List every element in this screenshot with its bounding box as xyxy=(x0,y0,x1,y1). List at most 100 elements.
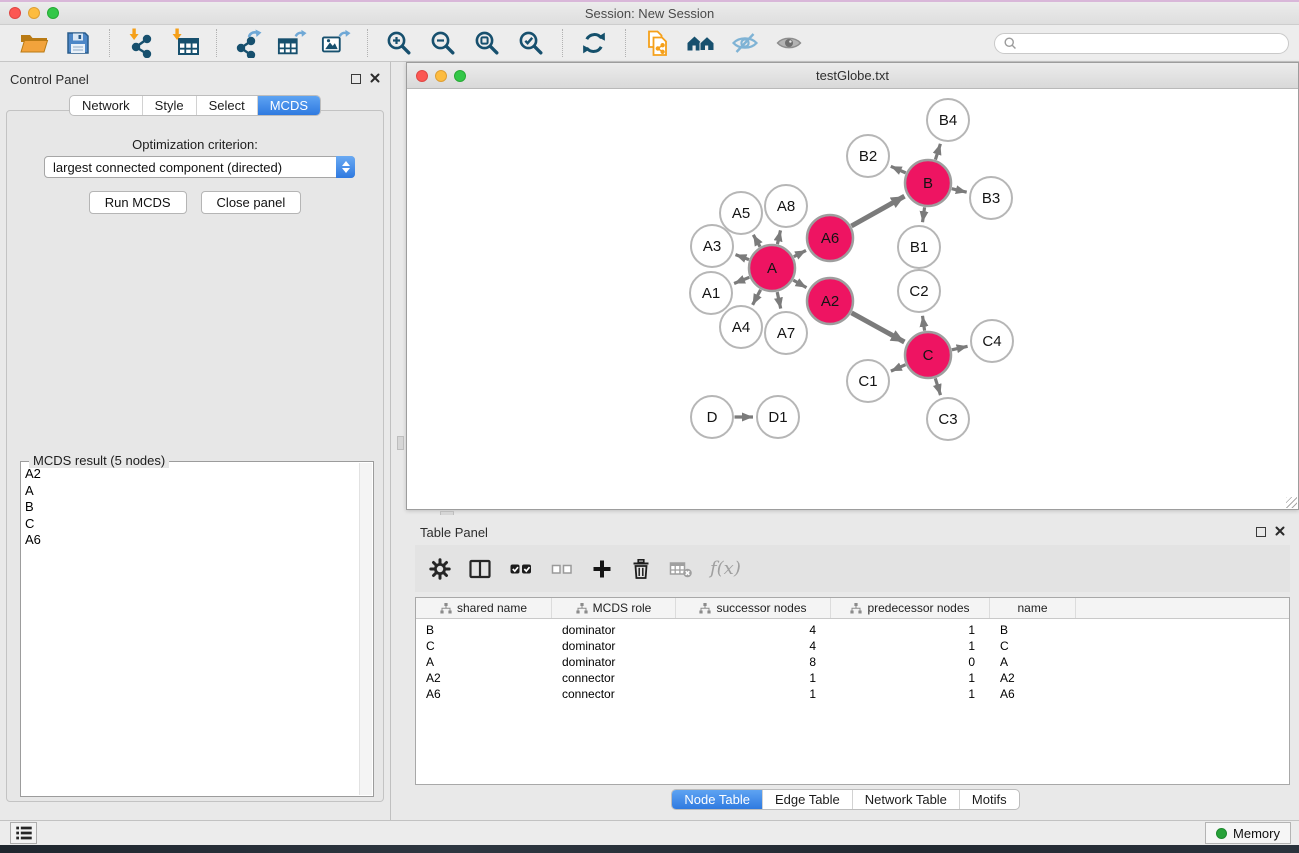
graph-edge-A-A4[interactable] xyxy=(753,290,761,305)
close-panel-button[interactable]: Close panel xyxy=(201,191,302,214)
run-mcds-button[interactable]: Run MCDS xyxy=(89,191,187,214)
tab-node-table[interactable]: Node Table xyxy=(672,790,762,809)
graph-edge-C-C2[interactable] xyxy=(923,316,925,331)
table-row[interactable]: Adominator80A xyxy=(416,654,1289,670)
graph-edge-B-B4[interactable] xyxy=(935,144,940,160)
graph-node-A2[interactable]: A2 xyxy=(807,278,853,324)
float-panel-icon[interactable] xyxy=(351,74,361,84)
criterion-select[interactable]: largest connected component (directed) xyxy=(44,156,355,178)
tab-network[interactable]: Network xyxy=(70,96,142,115)
graph-node-A5[interactable]: A5 xyxy=(720,192,762,234)
tab-motifs[interactable]: Motifs xyxy=(959,790,1019,809)
table-row[interactable]: A6connector11A6 xyxy=(416,686,1289,702)
graph-node-D[interactable]: D xyxy=(691,396,733,438)
column-header-mcds-role[interactable]: MCDS role xyxy=(552,598,676,618)
graph-node-C4[interactable]: C4 xyxy=(971,320,1013,362)
memory-button[interactable]: Memory xyxy=(1205,822,1291,844)
graph-edge-A-A3[interactable] xyxy=(736,255,750,260)
network-canvas[interactable]: B4B2BB3A5A8A6B1A3AC2A1A2A4A7C4CC1C3DD1 xyxy=(407,90,1298,509)
tab-edge-table[interactable]: Edge Table xyxy=(762,790,852,809)
vertical-splitter-handle[interactable] xyxy=(397,436,404,450)
graph-edge-A-A7[interactable] xyxy=(777,292,781,309)
graph-node-C[interactable]: C xyxy=(905,332,951,378)
graph-edge-A2-C[interactable] xyxy=(852,313,905,342)
export-image-button[interactable] xyxy=(321,28,351,58)
graph-edge-B-B1[interactable] xyxy=(923,207,925,222)
search-input[interactable] xyxy=(1022,36,1280,51)
zoom-selected-button[interactable] xyxy=(516,28,546,58)
tab-select[interactable]: Select xyxy=(196,96,257,115)
column-header-name[interactable]: name xyxy=(990,598,1076,618)
graph-edge-B-B3[interactable] xyxy=(952,189,967,193)
refresh-layout-button[interactable] xyxy=(579,28,609,58)
graph-node-B1[interactable]: B1 xyxy=(898,226,940,268)
deselect-all-button[interactable] xyxy=(550,558,574,580)
duplicate-network-button[interactable] xyxy=(642,28,672,58)
zoom-in-button[interactable] xyxy=(384,28,414,58)
zoom-out-button[interactable] xyxy=(428,28,458,58)
graph-node-B4[interactable]: B4 xyxy=(927,99,969,141)
tab-style[interactable]: Style xyxy=(142,96,196,115)
graph-node-A[interactable]: A xyxy=(749,245,795,291)
close-table-panel-icon[interactable] xyxy=(1275,523,1285,541)
column-header-predecessor-nodes[interactable]: predecessor nodes xyxy=(831,598,990,618)
graph-edge-A-A6[interactable] xyxy=(794,250,806,256)
graph-edge-A6-B[interactable] xyxy=(851,196,904,226)
open-file-button[interactable] xyxy=(19,28,49,58)
graph-node-B[interactable]: B xyxy=(905,160,951,206)
graph-node-A7[interactable]: A7 xyxy=(765,312,807,354)
show-all-button[interactable] xyxy=(774,28,804,58)
close-panel-icon[interactable] xyxy=(370,70,380,88)
graph-node-C1[interactable]: C1 xyxy=(847,360,889,402)
table-row[interactable]: Bdominator41B xyxy=(416,622,1289,638)
graph-node-C3[interactable]: C3 xyxy=(927,398,969,440)
graph-edge-B-B2[interactable] xyxy=(891,166,906,173)
graph-node-A4[interactable]: A4 xyxy=(720,306,762,348)
hide-selected-button[interactable] xyxy=(730,28,760,58)
graph-node-B2[interactable]: B2 xyxy=(847,135,889,177)
export-table-button[interactable] xyxy=(277,28,307,58)
column-header-successor-nodes[interactable]: successor nodes xyxy=(676,598,831,618)
mcds-result-item[interactable]: A2 xyxy=(25,466,357,483)
graph-node-B3[interactable]: B3 xyxy=(970,177,1012,219)
result-scrollbar[interactable] xyxy=(359,463,372,795)
delete-table-button[interactable] xyxy=(669,558,693,580)
import-table-button[interactable] xyxy=(170,28,200,58)
zoom-fit-button[interactable] xyxy=(472,28,502,58)
mcds-result-list[interactable]: A2ABCA6 xyxy=(25,466,357,794)
graph-edge-A-A8[interactable] xyxy=(777,230,780,244)
mcds-result-item[interactable]: C xyxy=(25,516,357,533)
task-history-button[interactable] xyxy=(10,822,37,844)
table-row[interactable]: Cdominator41C xyxy=(416,638,1289,654)
table-row[interactable]: A2connector11A2 xyxy=(416,670,1289,686)
graph-node-A1[interactable]: A1 xyxy=(690,272,732,314)
function-builder-button[interactable]: f(x) xyxy=(710,558,741,579)
graph-edge-A-A5[interactable] xyxy=(753,235,760,247)
float-table-panel-icon[interactable] xyxy=(1256,527,1266,537)
save-session-button[interactable] xyxy=(63,28,93,58)
tab-network-table[interactable]: Network Table xyxy=(852,790,959,809)
graph-edge-A-A1[interactable] xyxy=(734,277,749,283)
search-box[interactable] xyxy=(994,33,1289,54)
graph-node-C2[interactable]: C2 xyxy=(898,270,940,312)
column-view-button[interactable] xyxy=(468,558,492,580)
mcds-result-item[interactable]: A6 xyxy=(25,532,357,549)
select-all-button[interactable] xyxy=(509,558,533,580)
graph-edge-C-C3[interactable] xyxy=(935,378,940,395)
export-network-button[interactable] xyxy=(233,28,263,58)
graph-node-A3[interactable]: A3 xyxy=(691,225,733,267)
tab-mcds[interactable]: MCDS xyxy=(257,96,320,115)
mcds-result-item[interactable]: A xyxy=(25,483,357,500)
graph-node-A6[interactable]: A6 xyxy=(807,215,853,261)
column-header-shared-name[interactable]: shared name xyxy=(416,598,552,618)
add-row-button[interactable] xyxy=(591,558,613,580)
resize-grip-icon[interactable] xyxy=(1286,497,1297,508)
import-network-button[interactable] xyxy=(126,28,156,58)
delete-row-button[interactable] xyxy=(630,558,652,580)
graph-node-D1[interactable]: D1 xyxy=(757,396,799,438)
home-button[interactable] xyxy=(686,28,716,58)
attribute-settings-button[interactable] xyxy=(429,558,451,580)
graph-edge-A-A2[interactable] xyxy=(793,280,806,288)
graph-edge-C-C4[interactable] xyxy=(952,346,968,350)
network-graph[interactable]: B4B2BB3A5A8A6B1A3AC2A1A2A4A7C4CC1C3DD1 xyxy=(407,90,1298,510)
